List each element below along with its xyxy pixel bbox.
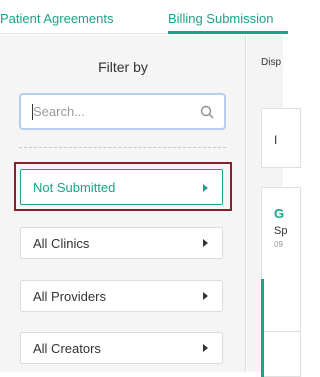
filter-button-label: All Clinics — [33, 236, 90, 251]
caret-right-icon — [203, 184, 208, 192]
filter-panel: Filter by Not Submitted All Clinics All … — [0, 35, 246, 372]
filter-button-label: All Providers — [33, 289, 106, 304]
tab-bar: Patient Agreements Billing Submission — [0, 0, 288, 34]
card-subtitle: Sp — [274, 225, 288, 237]
section-divider — [19, 147, 226, 148]
card-divider — [264, 331, 300, 332]
display-label: Disp — [261, 57, 282, 68]
caret-right-icon — [203, 239, 208, 247]
search-icon — [200, 105, 214, 119]
filter-not-submitted-button[interactable]: Not Submitted — [20, 169, 223, 205]
caret-right-icon — [203, 292, 208, 300]
results-panel: Disp I G Sp 09 — [247, 35, 301, 377]
result-card[interactable]: I — [261, 108, 301, 168]
caret-right-icon — [203, 344, 208, 352]
search-input[interactable] — [33, 104, 193, 119]
filter-button-label: Not Submitted — [33, 180, 116, 195]
filter-providers-button[interactable]: All Providers — [20, 280, 223, 312]
filter-clinics-button[interactable]: All Clinics — [20, 227, 223, 259]
card-date: 09 — [274, 240, 283, 249]
result-card[interactable]: G Sp 09 — [261, 187, 301, 377]
card-title: G — [274, 206, 285, 221]
card-accent-bar — [261, 279, 264, 377]
filter-title: Filter by — [98, 59, 148, 75]
active-tab-indicator — [168, 31, 288, 34]
tab-billing-submission[interactable]: Billing Submission — [168, 11, 274, 26]
tab-patient-agreements[interactable]: Patient Agreements — [0, 11, 113, 26]
filter-creators-button[interactable]: All Creators — [20, 332, 223, 364]
search-field[interactable] — [19, 93, 226, 130]
filter-button-label: All Creators — [33, 341, 101, 356]
card-text: I — [274, 133, 278, 147]
text-cursor — [32, 104, 33, 120]
